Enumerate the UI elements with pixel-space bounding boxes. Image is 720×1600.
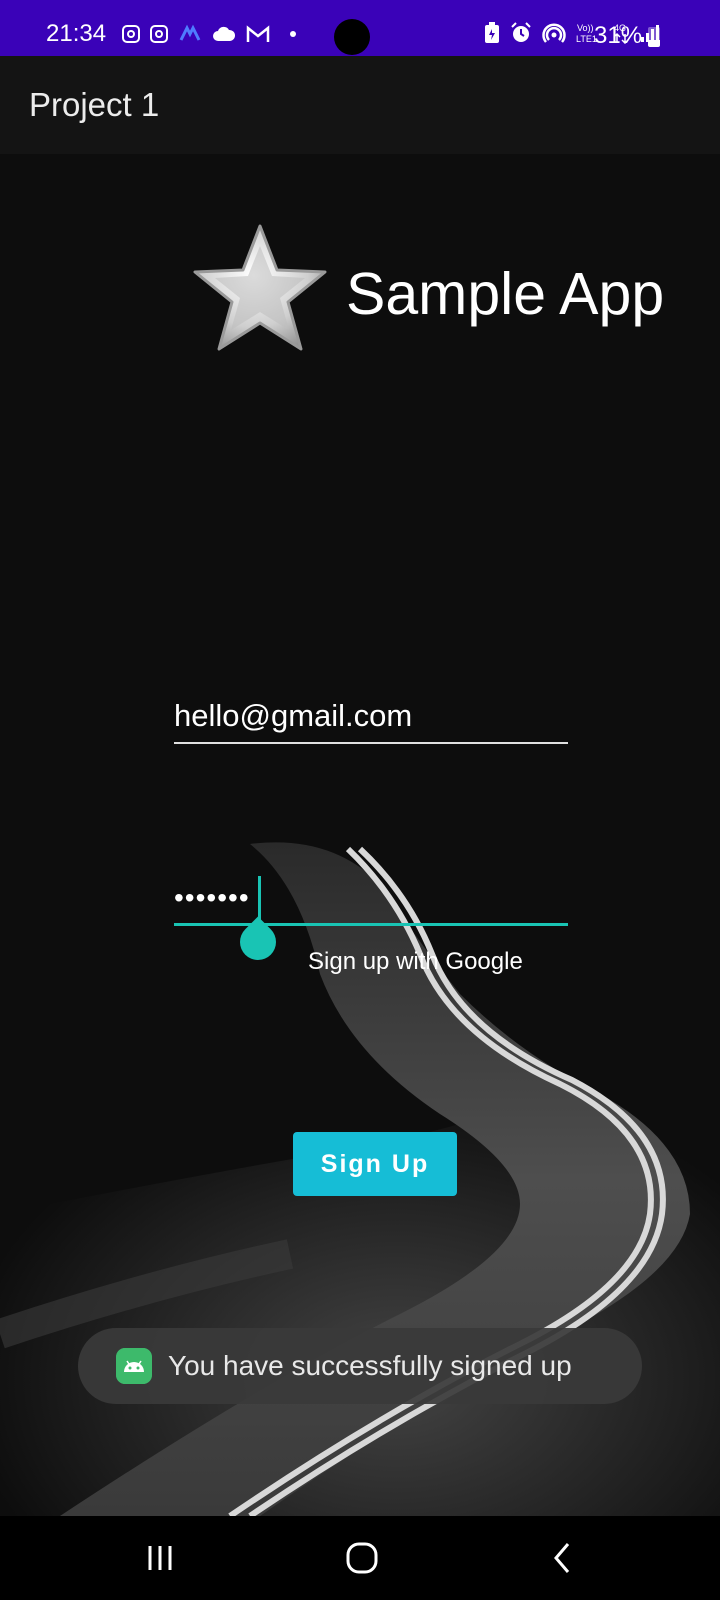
instagram-icon	[150, 25, 168, 43]
notification-icons	[122, 24, 296, 44]
email-value: hello@gmail.com	[174, 698, 413, 733]
battery-saver-icon	[485, 22, 499, 43]
more-notifications-dot	[290, 31, 296, 37]
toast-message: You have successfully signed up	[168, 1350, 572, 1381]
app-name-label: Sample App	[346, 261, 665, 327]
cloud-icon	[213, 26, 236, 41]
recent-apps-icon[interactable]	[136, 1536, 186, 1580]
password-value: •••••••	[174, 882, 250, 913]
star-icon	[193, 224, 327, 351]
camera-cutout	[334, 19, 370, 55]
text-cursor	[258, 876, 261, 922]
road-background-image	[0, 154, 720, 1516]
status-time: 21:34	[46, 20, 107, 47]
home-icon[interactable]	[337, 1536, 387, 1580]
back-icon[interactable]	[538, 1536, 588, 1580]
email-field[interactable]: hello@gmail.com	[174, 696, 568, 744]
password-field[interactable]: •••••••	[174, 870, 568, 926]
battery-icon	[648, 27, 660, 47]
gmail-icon	[246, 25, 270, 42]
messenger-icon	[179, 24, 201, 41]
signup-button[interactable]: Sign Up	[293, 1132, 457, 1196]
instagram-icon	[122, 25, 140, 43]
android-icon	[116, 1348, 152, 1384]
app-title: Project 1	[29, 86, 160, 123]
svg-text:Vo)): Vo))	[577, 23, 594, 33]
battery-percent: 31%	[594, 22, 643, 49]
app-bar: Project 1	[0, 56, 720, 154]
navigation-bar	[0, 1516, 720, 1600]
status-bar: 21:34 Vo)) LTE1 4G 31%	[0, 0, 720, 56]
screen: 21:34 Vo)) LTE1 4G 31% Project 1 Sample …	[0, 0, 720, 1600]
alarm-icon	[511, 22, 531, 42]
google-signup-link[interactable]: Sign up with Google	[308, 948, 523, 976]
hotspot-icon	[542, 23, 566, 43]
toast: You have successfully signed up	[78, 1328, 642, 1404]
